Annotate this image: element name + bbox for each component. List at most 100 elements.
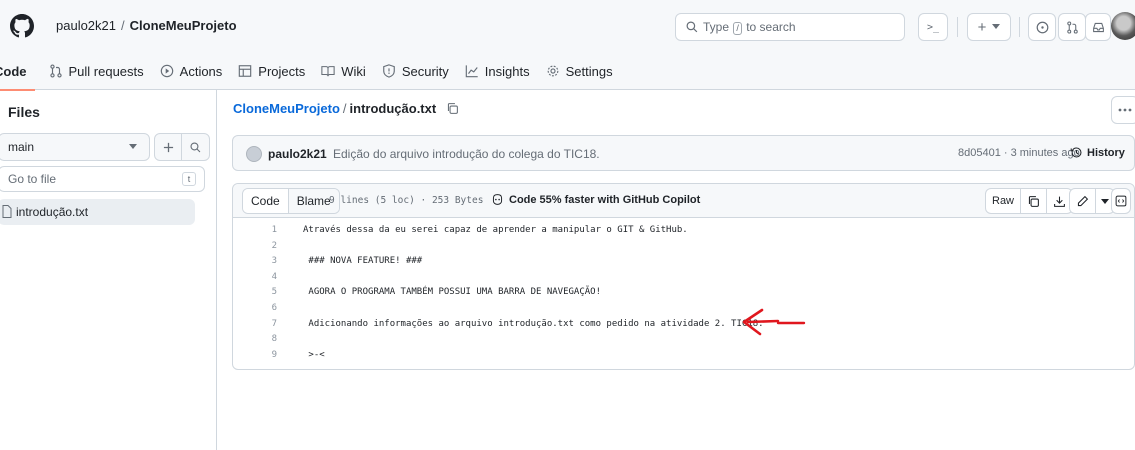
pull-requests-button[interactable] [1058,13,1086,41]
kebab-horizontal-icon [1118,108,1132,112]
breadcrumb: CloneMeuProjeto / introdução.txt [233,101,459,116]
commit-author-avatar[interactable] [246,146,262,162]
repo-path: paulo2k21 / CloneMeuProjeto [56,18,237,33]
line-number[interactable]: 5 [233,287,277,297]
issues-button[interactable] [1028,13,1056,41]
play-icon [160,64,173,78]
copilot-promo-link[interactable]: Code 55% faster with GitHub Copilot [491,193,700,206]
issue-icon [1036,21,1048,33]
github-logo-icon[interactable] [10,14,34,38]
repo-tabs: Code Pull requests Actions Projects Wiki… [0,52,621,91]
line-number[interactable]: 2 [233,241,277,251]
tab-security[interactable]: Security [374,52,457,90]
tab-settings-label: Settings [565,63,613,79]
line-number[interactable]: 7 [233,319,277,329]
tab-settings[interactable]: Settings [538,52,621,90]
line-content: >-< [303,349,325,360]
line-number[interactable]: 6 [233,303,277,313]
tab-actions[interactable]: Actions [152,52,231,90]
line-content: ### NOVA FEATURE! ### [303,256,423,267]
header-divider [1019,17,1020,37]
tab-wiki[interactable]: Wiki [313,52,374,90]
copilot-promo-text: Code 55% faster with GitHub Copilot [509,193,701,206]
code-view-button[interactable]: Code [243,189,289,213]
graph-icon [465,65,478,78]
code-line: 1 Através dessa da eu serei capaz de apre… [233,224,1133,239]
table-icon [239,65,252,77]
file-stats: 9 lines (5 loc) · 253 Bytes [329,195,484,206]
tab-projects-label: Projects [258,63,306,79]
more-options-button[interactable] [1111,96,1135,124]
user-avatar[interactable] [1111,12,1135,40]
command-palette-button[interactable]: >_ [918,13,948,41]
line-number[interactable]: 9 [233,350,277,360]
history-label: History [1087,146,1125,159]
search-icon [190,141,201,152]
code-line: 2 [233,240,1133,255]
code-line: 4 [233,271,1133,286]
breadcrumb-repo-link[interactable]: CloneMeuProjeto [233,101,340,116]
tab-security-label: Security [401,63,449,79]
history-icon [1070,147,1082,158]
chevron-down-icon [129,144,137,149]
add-file-button[interactable] [155,134,183,160]
book-icon [321,66,335,77]
commit-author[interactable]: paulo2k21 [268,147,327,161]
code-line: 8 [233,333,1133,348]
go-to-file-placeholder: Go to file [8,172,57,186]
tab-wiki-label: Wiki [341,63,366,79]
search-placeholder: Type / to search [703,20,796,35]
tab-insights[interactable]: Insights [457,52,538,90]
file-icon [2,205,12,218]
search-files-button[interactable] [182,134,209,160]
global-header: paulo2k21 / CloneMeuProjeto Type / to sear… [0,0,1135,91]
sidebar-divider [216,90,217,450]
tab-projects[interactable]: Projects [230,52,313,90]
inbox-icon [1092,22,1104,32]
commit-message[interactable]: Edição do arquivo introdução do colega d… [333,147,600,161]
code-line: 7 Adicionando informações ao arquivo int… [233,318,1133,333]
repo-link[interactable]: CloneMeuProjeto [130,18,237,33]
inbox-button[interactable] [1085,13,1111,41]
copy-path-icon[interactable] [446,102,459,115]
commit-meta[interactable]: 8d05401 · 3 minutes ago [958,147,1080,159]
history-button[interactable]: History [1070,146,1125,159]
branch-select[interactable]: main [0,133,150,161]
gear-icon [547,65,558,77]
copy-raw-button[interactable] [1021,189,1048,213]
line-number[interactable]: 1 [233,225,277,235]
code-line: 9 >-< [233,349,1133,364]
command-label: >_ [926,21,940,33]
line-number[interactable]: 3 [233,256,277,266]
header-divider [957,17,958,37]
copilot-icon [492,194,503,205]
create-new-button[interactable]: + [967,13,1011,41]
file-header: Code Blame 9 lines (5 loc) · 253 Bytes C… [233,184,1134,218]
search-input[interactable]: Type / to search [675,13,905,41]
search-icon [686,21,698,33]
go-to-file-input[interactable]: Go to file t [0,166,205,192]
tab-pull-requests[interactable]: Pull requests [41,52,152,90]
pull-request-icon [1066,20,1078,34]
file-tools-group: Raw [985,188,1074,214]
code-line: 5 AGORA O PROGRAMA TAMBÉM POSSUI UMA BAR… [233,286,1133,301]
breadcrumb-file: introdução.txt [349,101,437,116]
view-toggle: Code Blame [242,188,340,214]
tab-actions-label: Actions [179,63,223,79]
tab-insights-label: Insights [484,63,530,79]
latest-commit-bar: paulo2k21 Edição do arquivo introdução d… [232,135,1135,171]
symbols-button[interactable] [1111,188,1131,214]
line-number[interactable]: 8 [233,334,277,344]
branch-name: main [8,140,35,154]
path-separator: / [121,18,125,33]
file-actions-group [154,133,210,161]
annotation-arrow [742,308,806,336]
tab-code[interactable]: Code [0,52,35,91]
edit-button[interactable] [1070,189,1096,213]
line-number[interactable]: 4 [233,272,277,282]
file-tree-item[interactable]: introdução.txt [0,199,195,225]
tab-code-label: Code [0,63,27,79]
plus-icon [163,142,173,152]
owner-link[interactable]: paulo2k21 [56,18,116,33]
raw-button[interactable]: Raw [986,189,1022,213]
